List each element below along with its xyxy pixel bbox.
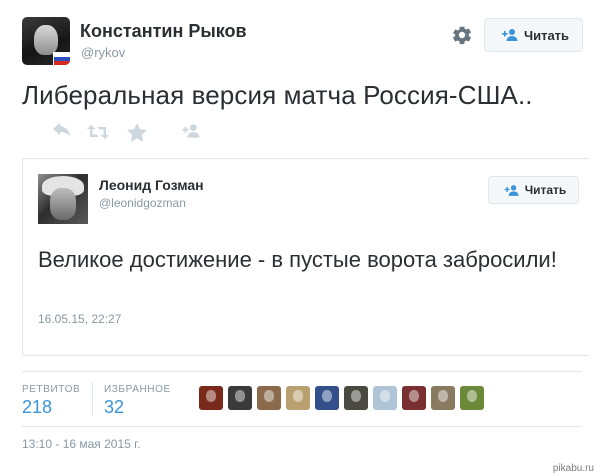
favoriter-avatar[interactable]: [344, 386, 368, 410]
quoted-tweet-date[interactable]: 16.05.15, 22:27: [38, 312, 121, 326]
favorited-by-avatars: [199, 386, 484, 410]
favoriter-avatar[interactable]: [315, 386, 339, 410]
stats-bottom-divider: [22, 426, 582, 427]
retweet-icon[interactable]: [86, 123, 109, 143]
favoriter-avatar[interactable]: [199, 386, 223, 410]
follow-button-label: Читать: [523, 27, 570, 43]
follow-button[interactable]: Читать: [484, 18, 583, 52]
favorite-icon[interactable]: [127, 123, 149, 143]
avatar-portrait: [34, 25, 58, 55]
favoriter-avatar[interactable]: [373, 386, 397, 410]
favoriter-avatar[interactable]: [460, 386, 484, 410]
follow-add-icon: [501, 184, 519, 197]
quoted-author-handle[interactable]: @leonidgozman: [99, 196, 186, 210]
tweet-timestamp[interactable]: 13:10 - 16 мая 2015 г.: [22, 437, 140, 451]
reply-icon[interactable]: [52, 123, 74, 143]
quoted-tweet-text: Великое достижение - в пустые ворота заб…: [38, 247, 557, 272]
quoted-author-name[interactable]: Леонид Гозман: [99, 177, 204, 193]
favorites-label: ИЗБРАННОЕ: [104, 384, 171, 395]
follow-button-label: Читать: [524, 183, 567, 197]
favoriter-avatar[interactable]: [431, 386, 455, 410]
retweets-count[interactable]: 218: [22, 397, 52, 418]
favoriter-avatar[interactable]: [257, 386, 281, 410]
favoriter-avatar[interactable]: [402, 386, 426, 410]
retweets-label: РЕТВИТОВ: [22, 384, 81, 395]
author-name[interactable]: Константин Рыков: [80, 21, 247, 42]
author-avatar[interactable]: [22, 17, 70, 65]
watermark: pikabu.ru: [552, 463, 594, 474]
favorites-count[interactable]: 32: [104, 397, 124, 418]
author-handle[interactable]: @rykov: [81, 45, 125, 60]
quoted-author-avatar[interactable]: [38, 174, 88, 224]
gear-icon[interactable]: [451, 24, 473, 46]
favoriter-avatar[interactable]: [286, 386, 310, 410]
follow-add-icon: [498, 28, 518, 42]
follow-add-icon[interactable]: [178, 123, 200, 143]
quoted-follow-button[interactable]: Читать: [488, 176, 579, 204]
russian-flag-icon: [53, 52, 70, 65]
tweet-text: Либеральная версия матча Россия-США..: [22, 80, 533, 110]
stats-top-divider: [22, 371, 582, 372]
avatar-portrait: [50, 188, 76, 220]
stats-separator: [92, 382, 93, 416]
favoriter-avatar[interactable]: [228, 386, 252, 410]
